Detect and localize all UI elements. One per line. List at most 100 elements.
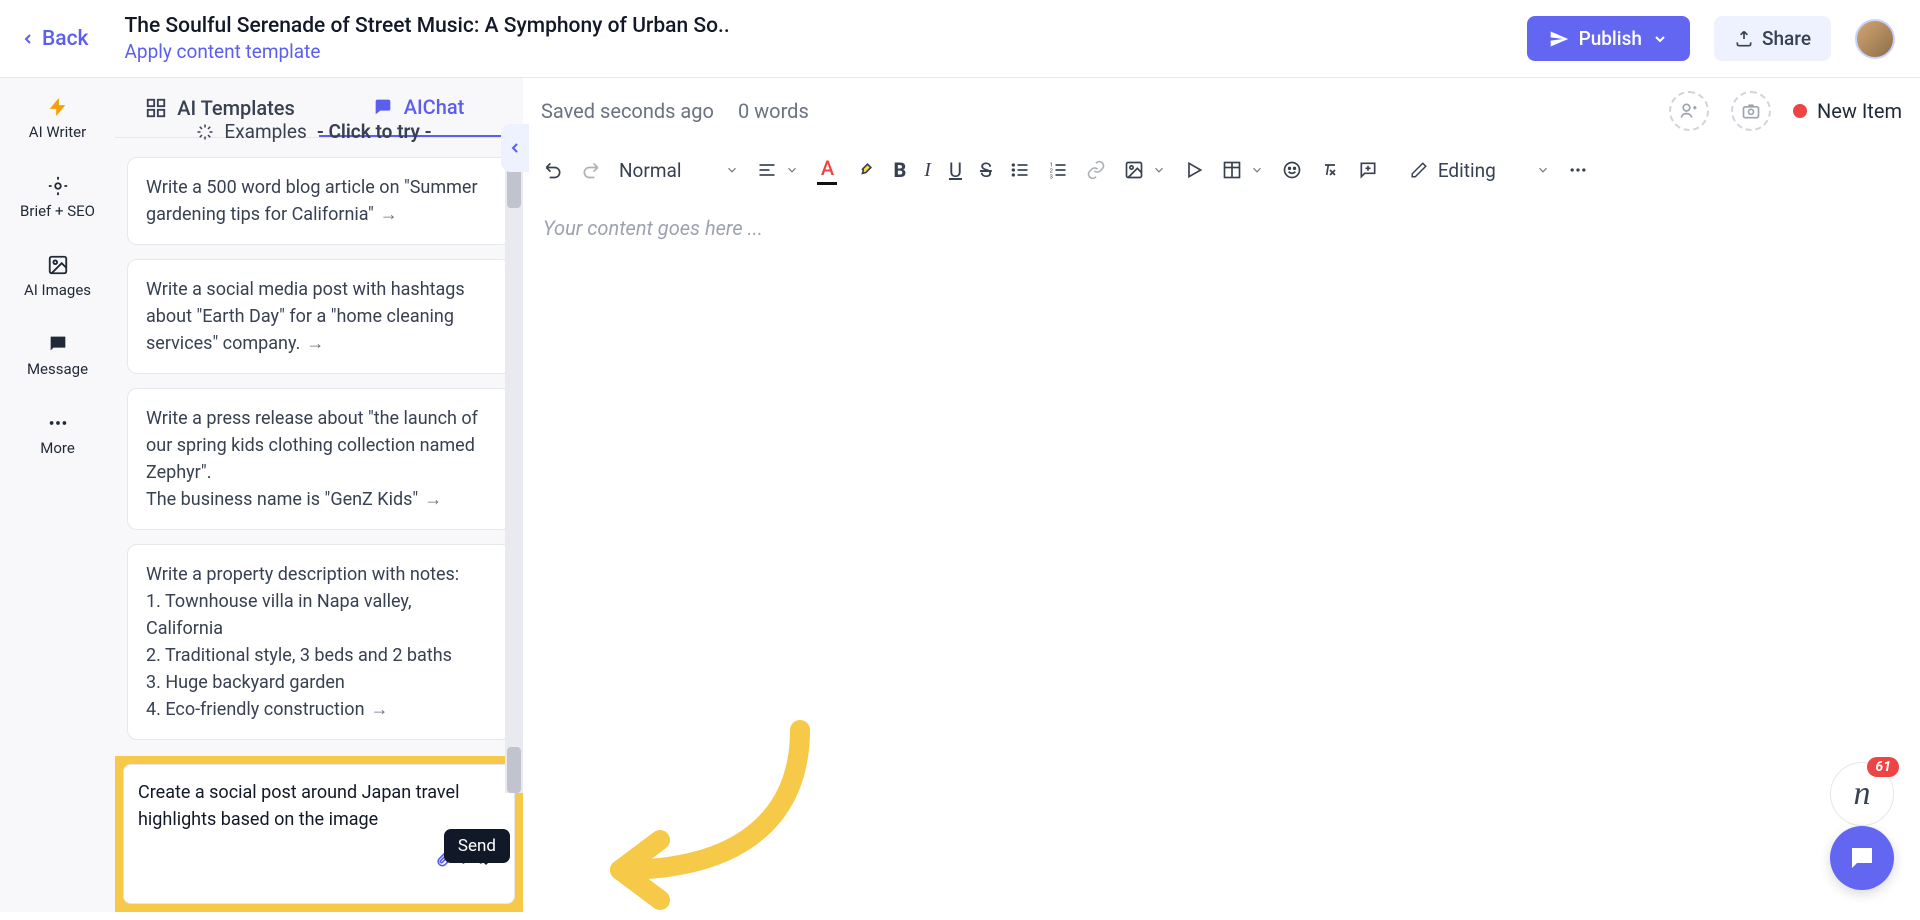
example-card[interactable]: Write a 500 word blog article on "Summer… bbox=[127, 157, 511, 245]
publish-button[interactable]: Publish bbox=[1527, 16, 1690, 61]
numbered-list-button[interactable]: 123 bbox=[1048, 160, 1068, 180]
document-title[interactable]: The Soulful Serenade of Street Music: A … bbox=[125, 13, 1497, 40]
clear-format-icon bbox=[1320, 160, 1340, 180]
example-card[interactable]: Write a press release about "the launch … bbox=[127, 388, 511, 530]
rail-label: More bbox=[40, 439, 75, 457]
list-number-icon: 123 bbox=[1048, 160, 1068, 180]
notes-bubble[interactable]: n 61 bbox=[1830, 762, 1894, 826]
examples-list[interactable]: Write a 500 word blog article on "Summer… bbox=[115, 151, 523, 748]
example-card[interactable]: Write a property description with notes:… bbox=[127, 544, 511, 740]
rail-message[interactable]: Message bbox=[0, 327, 115, 384]
new-item-label: New Item bbox=[1817, 99, 1902, 123]
chevron-down-icon bbox=[1536, 163, 1550, 177]
image-button[interactable] bbox=[1124, 160, 1144, 180]
user-avatar[interactable] bbox=[1855, 19, 1895, 59]
paragraph-style-select[interactable]: Normal bbox=[619, 159, 739, 182]
chevron-down-icon bbox=[725, 163, 739, 177]
templates-icon bbox=[145, 97, 167, 119]
style-label: Normal bbox=[619, 159, 681, 182]
redo-icon bbox=[581, 160, 601, 180]
emoji-button[interactable] bbox=[1282, 160, 1302, 180]
italic-button[interactable]: I bbox=[924, 159, 931, 182]
underline-button[interactable]: U bbox=[949, 158, 962, 182]
image-icon bbox=[1124, 160, 1144, 180]
chat-icon bbox=[1847, 843, 1877, 873]
title-block: The Soulful Serenade of Street Music: A … bbox=[125, 13, 1497, 65]
intercom-bubble[interactable] bbox=[1830, 826, 1894, 890]
header-actions: Publish Share bbox=[1527, 16, 1895, 61]
user-plus-icon bbox=[1679, 101, 1699, 121]
rail-more[interactable]: More bbox=[0, 406, 115, 463]
undo-button[interactable] bbox=[543, 160, 563, 180]
scrollbar-thumb[interactable] bbox=[507, 747, 521, 793]
target-icon bbox=[47, 175, 69, 197]
editing-mode-select[interactable]: Editing bbox=[1410, 159, 1550, 182]
align-left-icon bbox=[757, 160, 777, 180]
mode-label: Editing bbox=[1438, 159, 1496, 182]
camera-icon bbox=[1741, 101, 1761, 121]
share-button[interactable]: Share bbox=[1714, 16, 1831, 61]
video-button[interactable] bbox=[1184, 160, 1204, 180]
chat-icon bbox=[372, 96, 394, 118]
clear-format-button[interactable] bbox=[1320, 160, 1340, 180]
rail-ai-writer[interactable]: AI Writer bbox=[0, 90, 115, 147]
chevron-left-icon bbox=[507, 140, 523, 156]
image-icon bbox=[47, 254, 69, 276]
new-item-indicator[interactable]: New Item bbox=[1793, 99, 1902, 123]
chat-input-highlight: Send 1 bbox=[115, 756, 523, 912]
rail-label: AI Images bbox=[24, 281, 91, 299]
editor-toolbar: Normal A B I U S 123 Editing bbox=[523, 144, 1920, 196]
apply-template-link[interactable]: Apply content template bbox=[125, 40, 1497, 65]
strikethrough-button[interactable]: S bbox=[980, 158, 992, 182]
arrow-right-icon: → bbox=[306, 330, 324, 357]
bolt-icon bbox=[47, 96, 69, 118]
bullet-list-button[interactable] bbox=[1010, 160, 1030, 180]
table-button[interactable] bbox=[1222, 160, 1242, 180]
align-button[interactable] bbox=[757, 160, 777, 180]
rail-ai-images[interactable]: AI Images bbox=[0, 248, 115, 305]
bold-button[interactable]: B bbox=[893, 158, 906, 182]
back-label: Back bbox=[42, 27, 89, 51]
highlighter-icon bbox=[855, 160, 875, 180]
examples-header: Examples - Click to try - bbox=[115, 120, 523, 151]
snapshot-button[interactable] bbox=[1731, 91, 1771, 131]
chevron-left-icon bbox=[20, 31, 36, 47]
editor-body[interactable]: Your content goes here ... bbox=[523, 196, 1920, 912]
send-icon bbox=[1549, 29, 1569, 49]
redo-button[interactable] bbox=[581, 160, 601, 180]
rail-label: Brief + SEO bbox=[20, 202, 95, 220]
example-card[interactable]: Write a social media post with hashtags … bbox=[127, 259, 511, 374]
comment-plus-icon bbox=[1358, 160, 1378, 180]
ai-panel: AI Templates AIChat Examples - Click to … bbox=[115, 78, 523, 912]
chevron-down-icon[interactable] bbox=[1152, 163, 1166, 177]
examples-title: Examples bbox=[224, 120, 306, 143]
app-header: Back The Soulful Serenade of Street Musi… bbox=[0, 0, 1920, 78]
chevron-down-icon[interactable] bbox=[1250, 163, 1264, 177]
rail-label: AI Writer bbox=[29, 123, 86, 141]
panel-scrollbar[interactable] bbox=[505, 138, 523, 793]
saved-status: Saved seconds ago bbox=[541, 99, 714, 123]
comment-button[interactable] bbox=[1358, 160, 1378, 180]
editor-pane: Saved seconds ago 0 words New Item Norma… bbox=[523, 78, 1920, 912]
highlight-button[interactable] bbox=[855, 160, 875, 180]
main-area: AI Writer Brief + SEO AI Images Message … bbox=[0, 78, 1920, 912]
link-button[interactable] bbox=[1086, 160, 1106, 180]
share-label: Share bbox=[1762, 27, 1811, 50]
undo-icon bbox=[543, 160, 563, 180]
example-text: Write a 500 word blog article on "Summer… bbox=[146, 177, 478, 225]
dots-icon bbox=[47, 412, 69, 434]
more-options-button[interactable] bbox=[1568, 160, 1588, 180]
play-icon bbox=[1184, 160, 1204, 180]
rail-label: Message bbox=[27, 360, 88, 378]
chevron-down-icon[interactable] bbox=[785, 163, 799, 177]
text-color-button[interactable]: A bbox=[817, 156, 837, 185]
back-button[interactable]: Back bbox=[20, 27, 89, 51]
add-collaborator-button[interactable] bbox=[1669, 91, 1709, 131]
rail-brief-seo[interactable]: Brief + SEO bbox=[0, 169, 115, 226]
status-right: New Item bbox=[1669, 91, 1902, 131]
word-count: 0 words bbox=[738, 99, 809, 123]
arrow-right-icon: → bbox=[380, 201, 398, 228]
tab-label: AI Templates bbox=[177, 96, 295, 120]
list-bullet-icon bbox=[1010, 160, 1030, 180]
panel-collapse-toggle[interactable] bbox=[501, 124, 529, 172]
